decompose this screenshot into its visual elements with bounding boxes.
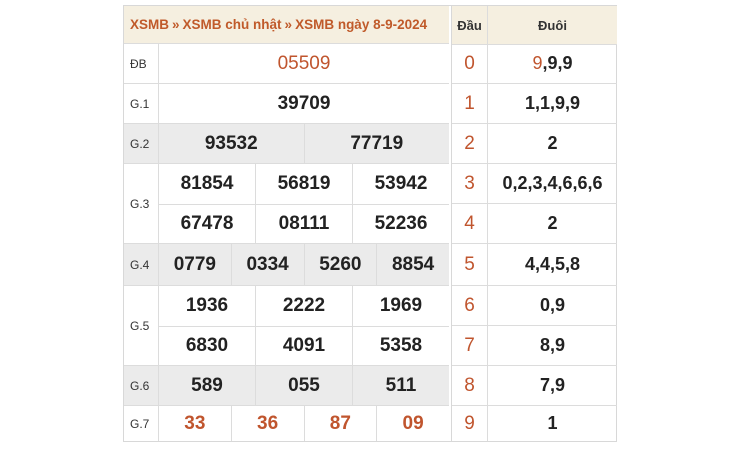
prize-number: 52236 (374, 212, 428, 234)
loto-duoi: 7,9 (539, 375, 566, 395)
prize-number: 56819 (256, 164, 353, 204)
prize-number: 1936 (159, 286, 256, 326)
loto-duoi: 0,2,3,4,6,6,6 (502, 173, 603, 193)
breadcrumb: XSMB» XSMB chủ nhật» XSMB ngày 8-9-2024 (124, 6, 449, 44)
loto-duoi: 8,9 (539, 335, 566, 355)
prize-number: 5260 (305, 244, 378, 285)
loto-duoi: 1 (547, 413, 558, 433)
prize-number: 1969 (379, 295, 423, 316)
prize-label: ĐB (124, 44, 159, 83)
prize-number: 589 (159, 366, 256, 405)
prize-number: 08111 (256, 204, 353, 243)
loto-dau: 5 (452, 244, 488, 285)
prize-label: G.2 (124, 124, 159, 163)
loto-dau: 0 (452, 44, 488, 83)
prize-number: 81854 (159, 164, 256, 204)
loto-row: 9 1 (452, 406, 617, 441)
loto-dau: 8 (452, 366, 488, 405)
loto-dau: 7 (452, 326, 488, 365)
prize-number: 53942 (374, 173, 428, 194)
loto-row: 5 4,4,5,8 (452, 244, 617, 286)
prize-number: 87 (305, 406, 378, 441)
loto-dau: 3 (452, 164, 488, 203)
results-table: XSMB» XSMB chủ nhật» XSMB ngày 8-9-2024 ĐB… (124, 6, 449, 441)
loto-dau: 1 (452, 84, 488, 123)
prize-number: 0334 (232, 244, 305, 285)
prize-number: 6830 (159, 326, 256, 365)
prize-number: 09 (402, 412, 424, 434)
prize-label: G.7 (124, 406, 159, 441)
prize-number: 33 (159, 406, 232, 441)
breadcrumb-link-xsmb[interactable]: XSMB (130, 17, 169, 32)
loto-duoi-values: ,9,9 (542, 53, 573, 73)
loto-duoi: 0,9 (539, 295, 566, 315)
loto-row: 7 8,9 (452, 326, 617, 366)
prize-number: 055 (256, 366, 353, 405)
prize-row-g4: G.4 0779 0334 5260 8854 (124, 244, 449, 286)
loto-dau: 6 (452, 286, 488, 325)
prize-label: G.3 (124, 164, 159, 243)
breadcrumb-separator: » (284, 17, 293, 32)
loto-table: Đầu Đuôi 0 9,9,9 1 1,1,9,9 2 2 3 0,2,3,4… (451, 6, 617, 441)
prize-number: 39709 (277, 92, 331, 114)
prize-label: G.6 (124, 366, 159, 405)
prize-number: 05509 (277, 52, 331, 74)
loto-duoi-special: 9 (532, 53, 543, 73)
prize-row-g5: G.5 1936 2222 1969 6830 4091 5358 (124, 286, 449, 366)
breadcrumb-separator: » (172, 17, 180, 32)
loto-row: 2 2 (452, 124, 617, 164)
loto-row: 1 1,1,9,9 (452, 84, 617, 124)
prize-number: 8854 (391, 253, 435, 275)
prize-number: 67478 (159, 204, 256, 243)
loto-duoi: 2 (547, 133, 558, 153)
loto-row: 3 0,2,3,4,6,6,6 (452, 164, 617, 204)
loto-duoi: 4,4,5,8 (524, 254, 581, 274)
loto-row: 4 2 (452, 204, 617, 244)
results-container: XSMB» XSMB chủ nhật» XSMB ngày 8-9-2024 ĐB… (123, 5, 617, 442)
prize-number: 0779 (159, 244, 232, 285)
header-dau: Đầu (452, 6, 488, 44)
loto-dau: 9 (452, 406, 488, 441)
prize-label: G.5 (124, 286, 159, 365)
prize-row-g6: G.6 589 055 511 (124, 366, 449, 406)
prize-number: 77719 (350, 132, 404, 154)
prize-number: 36 (232, 406, 305, 441)
prize-row-g1: G.1 39709 (124, 84, 449, 124)
breadcrumb-link-date[interactable]: XSMB ngày 8-9-2024 (295, 17, 427, 32)
prize-row-g7: G.7 33 36 87 09 (124, 406, 449, 441)
breadcrumb-link-weekday[interactable]: XSMB chủ nhật (183, 17, 282, 32)
loto-row: 6 0,9 (452, 286, 617, 326)
loto-dau: 4 (452, 204, 488, 243)
prize-number: 4091 (256, 326, 353, 365)
loto-duoi: 9,9,9 (488, 44, 617, 83)
prize-row-g2: G.2 93532 77719 (124, 124, 449, 164)
header-duoi: Đuôi (538, 17, 567, 33)
loto-duoi: 2 (547, 213, 558, 233)
prize-number: 511 (385, 374, 417, 396)
loto-row: 0 9,9,9 (452, 44, 617, 84)
prize-number: 93532 (159, 124, 305, 163)
prize-number: 5358 (379, 334, 423, 356)
prize-row-db: ĐB 05509 (124, 44, 449, 84)
loto-duoi: 1,1,9,9 (524, 93, 581, 113)
prize-number: 2222 (256, 286, 353, 326)
loto-row: 8 7,9 (452, 366, 617, 406)
prize-label: G.1 (124, 84, 159, 123)
prize-row-g3: G.3 81854 56819 53942 67478 08111 52236 (124, 164, 449, 244)
prize-label: G.4 (124, 244, 159, 285)
loto-dau: 2 (452, 124, 488, 163)
loto-header: Đầu Đuôi (452, 6, 617, 45)
